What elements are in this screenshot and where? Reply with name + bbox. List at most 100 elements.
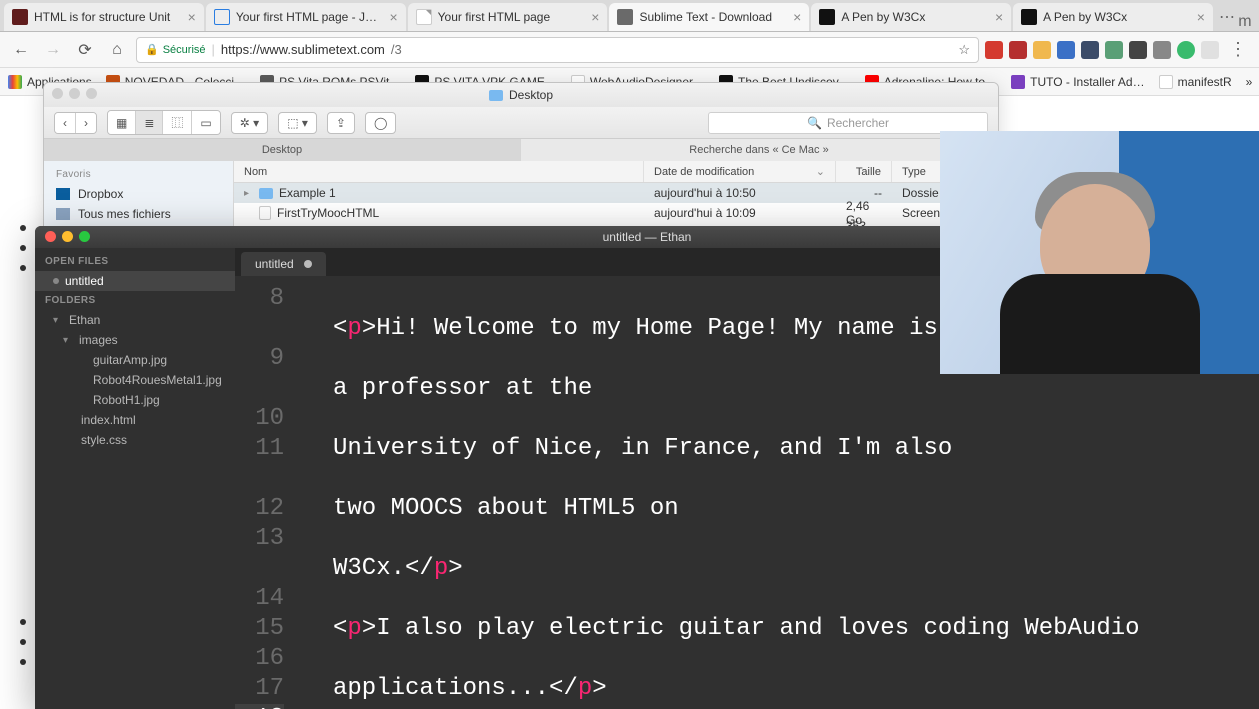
favicon-icon <box>617 9 633 25</box>
tab-first-html-page[interactable]: Your first HTML page× <box>408 3 608 31</box>
folder-icon <box>489 90 503 101</box>
dirty-indicator-icon <box>53 278 59 284</box>
close-icon[interactable]: × <box>1197 9 1205 25</box>
home-button[interactable]: ⌂ <box>104 37 130 63</box>
extension-icon[interactable] <box>1105 41 1123 59</box>
tab-html-structure[interactable]: HTML is for structure Unit × <box>4 3 204 31</box>
extension-icon[interactable] <box>1009 41 1027 59</box>
chevron-down-icon[interactable]: ▾ <box>63 335 73 346</box>
extension-icon[interactable] <box>1129 41 1147 59</box>
view-mode-buttons: ▦ ≣ ⿲ ▭ <box>107 110 221 135</box>
address-bar[interactable]: 🔒 Sécurisé | https://www.sublimetext.com… <box>136 37 979 63</box>
arrange-button[interactable]: ✲ ▾ <box>231 112 268 134</box>
folder-images[interactable]: ▾images <box>35 330 235 350</box>
back-button[interactable]: ‹ <box>55 113 76 133</box>
file-date: aujourd'hui à 10:50 <box>644 186 836 200</box>
tab-user-avatar[interactable]: m <box>1235 13 1255 31</box>
bookmark-star-icon[interactable]: ☆ <box>958 42 970 58</box>
extension-icon[interactable] <box>1033 41 1051 59</box>
menu-icon[interactable]: ⋮ <box>1225 39 1251 60</box>
zoom-window-icon[interactable] <box>79 231 90 242</box>
disclosure-icon[interactable]: ▸ <box>244 188 253 199</box>
folder-label: Ethan <box>69 313 100 327</box>
finder-titlebar[interactable]: Desktop <box>44 83 998 107</box>
minimize-window-icon[interactable] <box>69 88 80 99</box>
col-date[interactable]: Date de modification ⌄ <box>644 161 836 182</box>
line-number: 14 <box>235 584 284 614</box>
forward-button[interactable]: → <box>40 37 66 63</box>
icon-view-button[interactable]: ▦ <box>108 111 136 134</box>
minimize-window-icon[interactable] <box>62 231 73 242</box>
path-tab-search[interactable]: Recherche dans « Ce Mac » <box>521 139 998 161</box>
extension-icon[interactable] <box>985 41 1003 59</box>
file-item[interactable]: index.html <box>35 410 235 430</box>
open-files-heading: OPEN FILES <box>35 252 235 271</box>
finder-window: Desktop ‹ › ▦ ≣ ⿲ ▭ ✲ ▾ ⬚ ▾ ⇪ ◯ 🔍Recherc… <box>43 82 999 242</box>
favicon-icon <box>416 9 432 25</box>
file-item[interactable]: Robot4RouesMetal1.jpg <box>35 370 235 390</box>
extension-icon[interactable] <box>1081 41 1099 59</box>
tab-sublime-download[interactable]: Sublime Text - Download × <box>609 3 809 31</box>
tags-button[interactable]: ◯ <box>365 112 396 134</box>
zoom-window-icon[interactable] <box>86 88 97 99</box>
extension-icon[interactable] <box>1201 41 1219 59</box>
sidebar-item-dropbox[interactable]: Dropbox <box>44 184 233 204</box>
profile-icon[interactable] <box>1177 41 1195 59</box>
bookmark-tuto[interactable]: TUTO - Installer Ad… <box>1011 75 1144 89</box>
reload-button[interactable]: ⟳ <box>72 37 98 63</box>
close-icon[interactable]: × <box>188 9 196 25</box>
search-placeholder: Rechercher <box>827 116 889 130</box>
list-view-button[interactable]: ≣ <box>136 111 163 134</box>
close-icon[interactable]: × <box>591 9 599 25</box>
sort-indicator-icon: ⌄ <box>816 165 825 178</box>
tab-title: A Pen by W3Cx <box>1043 10 1191 24</box>
tab-first-html-jsbin[interactable]: Your first HTML page - JS B× <box>206 3 406 31</box>
line-number: 11 <box>235 434 284 464</box>
close-icon[interactable]: × <box>995 9 1003 25</box>
extension-icon[interactable] <box>1057 41 1075 59</box>
line-number: 9 <box>235 344 284 374</box>
dropbox-icon <box>56 188 70 200</box>
tab-codepen-w3cx-1[interactable]: A Pen by W3Cx× <box>811 3 1011 31</box>
back-button[interactable]: ← <box>8 37 34 63</box>
close-window-icon[interactable] <box>52 88 63 99</box>
action-button[interactable]: ⬚ ▾ <box>278 112 317 134</box>
col-name[interactable]: Nom <box>234 161 644 182</box>
bookmarks-overflow-icon[interactable]: » <box>1246 75 1253 89</box>
folders-heading: FOLDERS <box>35 291 235 310</box>
open-file-item[interactable]: untitled <box>35 271 235 291</box>
close-icon[interactable]: × <box>793 9 801 25</box>
folder-icon <box>259 188 273 199</box>
page-bullets <box>20 225 26 665</box>
path-tab-desktop[interactable]: Desktop <box>44 139 521 161</box>
line-number: 17 <box>235 674 284 704</box>
col-size[interactable]: Taille <box>836 161 892 182</box>
line-number: 13 <box>235 524 284 554</box>
cast-icon[interactable] <box>1153 41 1171 59</box>
line-number: 10 <box>235 404 284 434</box>
file-item[interactable]: style.css <box>35 430 235 450</box>
extensions-icons: ⋮ <box>985 39 1251 60</box>
tab-title: Sublime Text - Download <box>639 10 787 24</box>
tab-codepen-w3cx-2[interactable]: A Pen by W3Cx × <box>1013 3 1213 31</box>
sublime-tab[interactable]: untitled <box>241 252 326 276</box>
coverflow-view-button[interactable]: ▭ <box>192 111 219 134</box>
column-view-button[interactable]: ⿲ <box>163 111 192 134</box>
sidebar-heading: Favoris <box>44 165 233 184</box>
new-tab-button[interactable]: ⋯ <box>1215 3 1235 31</box>
close-icon[interactable]: × <box>389 9 397 25</box>
forward-button[interactable]: › <box>76 113 96 133</box>
finder-path-tabs: Desktop Recherche dans « Ce Mac » <box>44 139 998 161</box>
chevron-down-icon[interactable]: ▾ <box>53 315 63 326</box>
file-item[interactable]: RobotH1.jpg <box>35 390 235 410</box>
sidebar-item-allfiles[interactable]: Tous mes fichiers <box>44 204 233 224</box>
webcam-overlay <box>940 131 1259 374</box>
close-window-icon[interactable] <box>45 231 56 242</box>
tab-title: HTML is for structure Unit <box>34 10 182 24</box>
file-item[interactable]: guitarAmp.jpg <box>35 350 235 370</box>
file-icon <box>259 206 271 220</box>
bookmark-manifestr[interactable]: manifestR <box>1159 75 1232 89</box>
share-button[interactable]: ⇪ <box>327 112 355 134</box>
url-path: /3 <box>391 42 402 57</box>
folder-root[interactable]: ▾ Ethan <box>35 310 235 330</box>
